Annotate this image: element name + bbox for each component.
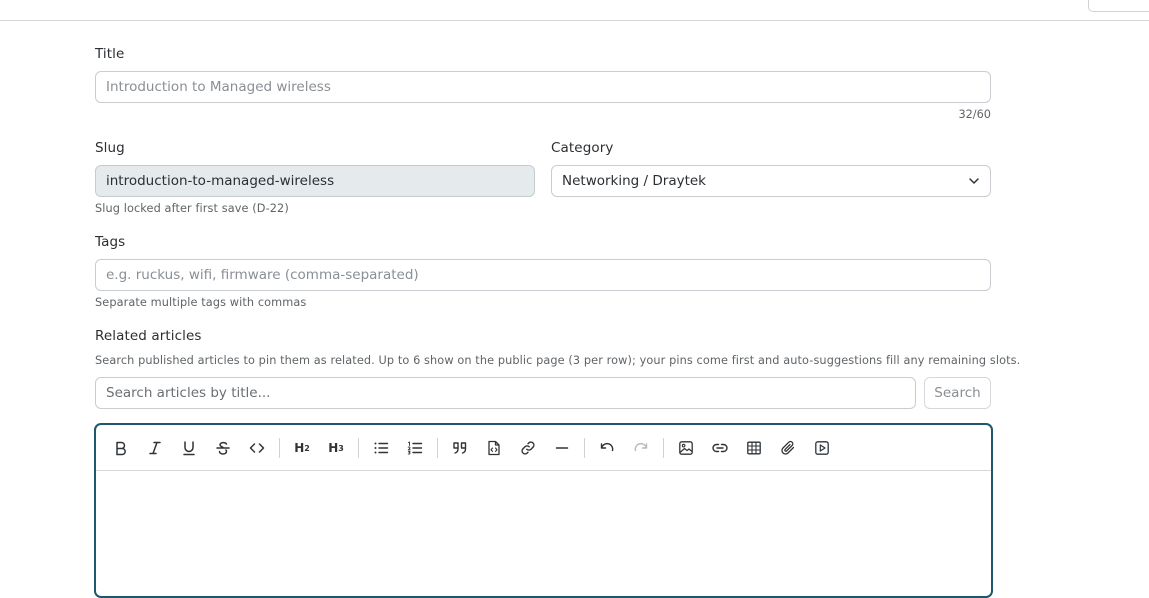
redo-icon[interactable]: [630, 437, 652, 459]
code-icon[interactable]: [246, 437, 268, 459]
title-char-counter: 32/60: [958, 108, 991, 121]
category-label: Category: [551, 140, 614, 156]
strikethrough-icon[interactable]: [212, 437, 234, 459]
ordered-list-icon[interactable]: [404, 437, 426, 459]
related-articles-search-input[interactable]: Search articles by title...: [95, 377, 916, 409]
related-articles-label: Related articles: [95, 328, 202, 344]
editor-content-area[interactable]: [96, 472, 991, 597]
title-placeholder: Introduction to Managed wireless: [106, 79, 331, 95]
slug-help-text: Slug locked after first save (D-22): [95, 202, 289, 215]
slug-label: Slug: [95, 140, 125, 156]
bold-icon[interactable]: [110, 437, 132, 459]
bullet-list-icon[interactable]: [370, 437, 392, 459]
toolbar-divider: [663, 438, 664, 458]
toolbar-divider: [437, 438, 438, 458]
tags-input[interactable]: e.g. ruckus, wifi, firmware (comma-separ…: [95, 259, 991, 291]
top-bar-button[interactable]: [1088, 0, 1149, 12]
slug-value: introduction-to-managed-wireless: [106, 173, 335, 189]
horizontal-rule-icon[interactable]: [551, 437, 573, 459]
link-icon[interactable]: [517, 437, 539, 459]
toolbar-divider: [358, 438, 359, 458]
toolbar-divider: [279, 438, 280, 458]
rich-text-editor[interactable]: H2 H3: [94, 423, 993, 598]
heading-3-icon[interactable]: H3: [325, 437, 347, 459]
code-block-icon[interactable]: [483, 437, 505, 459]
embed-link-icon[interactable]: [709, 437, 731, 459]
heading-2-icon[interactable]: H2: [291, 437, 313, 459]
top-bar: [0, 0, 1149, 21]
undo-icon[interactable]: [596, 437, 618, 459]
tags-label: Tags: [95, 234, 126, 250]
underline-icon[interactable]: [178, 437, 200, 459]
tags-help-text: Separate multiple tags with commas: [95, 296, 307, 309]
slug-input: introduction-to-managed-wireless: [95, 165, 535, 197]
tags-placeholder: e.g. ruckus, wifi, firmware (comma-separ…: [106, 267, 419, 283]
related-articles-help-text: Search published articles to pin them as…: [95, 354, 1021, 367]
image-icon[interactable]: [675, 437, 697, 459]
related-search-placeholder: Search articles by title...: [106, 385, 271, 401]
blockquote-icon[interactable]: [449, 437, 471, 459]
italic-icon[interactable]: [144, 437, 166, 459]
attachment-icon[interactable]: [777, 437, 799, 459]
category-value: Networking / Draytek: [562, 173, 706, 189]
table-icon[interactable]: [743, 437, 765, 459]
chevron-down-icon: [969, 178, 979, 184]
video-icon[interactable]: [811, 437, 833, 459]
related-search-button[interactable]: Search: [924, 377, 991, 409]
editor-toolbar: H2 H3: [96, 425, 991, 471]
toolbar-divider: [584, 438, 585, 458]
category-select[interactable]: Networking / Draytek: [551, 165, 991, 197]
title-label: Title: [95, 46, 125, 62]
title-input[interactable]: Introduction to Managed wireless: [95, 71, 991, 103]
